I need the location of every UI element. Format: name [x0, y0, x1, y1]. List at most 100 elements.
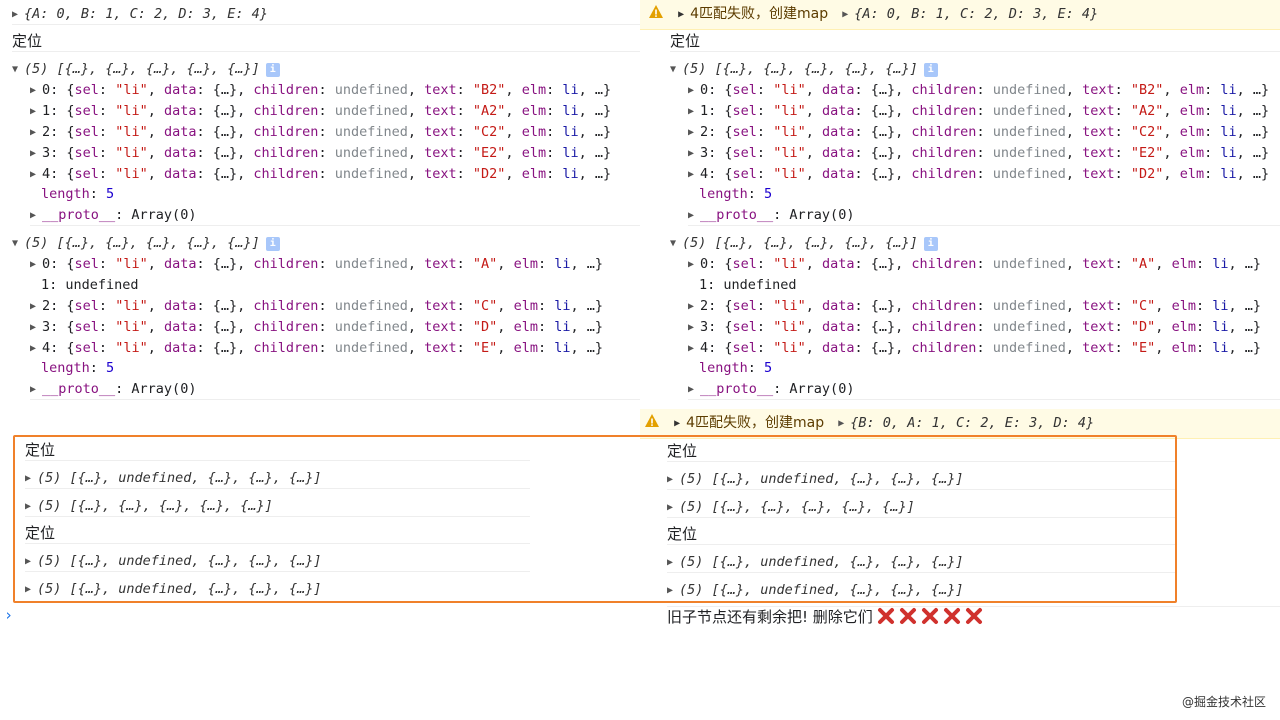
array-group-header[interactable]: ▼ (5) [{…}, {…}, {…}, {…}, {…}] i: [12, 59, 280, 80]
text-value: "A2": [1130, 103, 1164, 119]
collapse-triangle-icon[interactable]: ▼: [12, 60, 24, 80]
expand-triangle-icon[interactable]: ▶: [30, 255, 42, 275]
expand-triangle-icon[interactable]: ▶: [842, 5, 854, 25]
expand-triangle-icon[interactable]: ▶: [30, 102, 42, 122]
array-item-row[interactable]: ▶ 0: {sel: "li", data: {…}, children: und…: [30, 80, 611, 101]
elm-value: li: [562, 166, 579, 182]
expand-triangle-icon[interactable]: ▶: [30, 318, 42, 338]
array-item-row[interactable]: ▶ 4: {sel: "li", data: {…}, children: und…: [688, 164, 1269, 185]
array-group-header[interactable]: ▼ (5) [{…}, {…}, {…}, {…}, {…}] i: [670, 59, 938, 80]
elm-value: li: [1220, 166, 1237, 182]
array-item-row[interactable]: ▶ 0: {sel: "li", data: {…}, children: und…: [688, 254, 1261, 275]
expand-triangle-icon[interactable]: ▶: [678, 5, 690, 25]
elm-value: li: [554, 298, 571, 314]
array-group-header[interactable]: ▼ (5) [{…}, {…}, {…}, {…}, {…}] i: [12, 233, 280, 254]
data-key: data: [821, 256, 855, 272]
text-value: "E": [472, 340, 498, 356]
expand-triangle-icon[interactable]: ▶: [688, 102, 700, 122]
expand-triangle-icon[interactable]: ▶: [688, 165, 700, 185]
array-item-row[interactable]: ▶ 3: {sel: "li", data: {…}, children: und…: [688, 317, 1261, 338]
expand-triangle-icon[interactable]: ▶: [12, 5, 24, 25]
ellipsis: …}: [586, 298, 604, 314]
array-group-header[interactable]: ▼ (5) [{…}, {…}, {…}, {…}, {…}] i: [670, 233, 938, 254]
expand-triangle-icon[interactable]: ▶: [688, 297, 700, 317]
data-value: {…}: [870, 340, 896, 356]
array-item-row[interactable]: ▶ 0: {sel: "li", data: {…}, children: und…: [30, 254, 603, 275]
array-item-row[interactable]: ▶ 4: {sel: "li", data: {…}, children: und…: [688, 338, 1261, 359]
warning-message-content[interactable]: ▶ 4匹配失败，创建map ▶ {B: 0, A: 1, C: 2, E: 3, D…: [644, 413, 1094, 434]
data-key: data: [163, 319, 197, 335]
array-item-row[interactable]: ▶ 3: {sel: "li", data: {…}, children: und…: [30, 317, 603, 338]
sel-key: sel: [732, 166, 757, 182]
children-value: undefined: [334, 145, 408, 161]
array-item-row[interactable]: ▶ 2: {sel: "li", data: {…}, children: und…: [688, 296, 1261, 317]
expand-triangle-icon[interactable]: ▶: [688, 339, 700, 359]
expand-triangle-icon[interactable]: ▶: [688, 255, 700, 275]
sel-key: sel: [732, 103, 757, 119]
data-value: {…}: [212, 256, 238, 272]
proto-property[interactable]: ▶ __proto__: Array(0): [688, 205, 1280, 226]
sel-value: "li": [115, 340, 148, 356]
array-item-row[interactable]: ▶ 4: {sel: "li", data: {…}, children: und…: [30, 164, 611, 185]
elm-key: elm: [1171, 298, 1196, 314]
text-value: "D": [472, 319, 498, 335]
array-item-row[interactable]: ▶ 2: {sel: "li", data: {…}, children: und…: [30, 122, 611, 143]
ellipsis: …}: [1244, 256, 1262, 272]
array-item-row[interactable]: ▶ 0: {sel: "li", data: {…}, children: und…: [688, 80, 1269, 101]
expand-triangle-icon[interactable]: ▶: [30, 380, 42, 400]
proto-property[interactable]: ▶ __proto__: Array(0): [30, 379, 640, 400]
expand-triangle-icon[interactable]: ▶: [30, 81, 42, 101]
children-key: children: [911, 298, 977, 314]
text-value: "D2": [1130, 166, 1164, 182]
text-key: text: [1082, 256, 1115, 272]
text-key: text: [1082, 145, 1115, 161]
expand-triangle-icon[interactable]: ▶: [688, 380, 700, 400]
collapse-triangle-icon[interactable]: ▼: [670, 60, 682, 80]
sel-key: sel: [74, 145, 99, 161]
array-item-row[interactable]: ▶ 3: {sel: "li", data: {…}, children: und…: [688, 143, 1269, 164]
expand-triangle-icon[interactable]: ▶: [30, 339, 42, 359]
console-prompt-icon[interactable]: ›: [4, 606, 13, 624]
text-key: text: [424, 256, 457, 272]
children-key: children: [911, 124, 977, 140]
expand-triangle-icon[interactable]: ▶: [688, 144, 700, 164]
collapse-triangle-icon[interactable]: ▼: [12, 234, 24, 254]
expand-triangle-icon[interactable]: ▶: [674, 414, 686, 434]
data-value: {…}: [870, 145, 896, 161]
collapse-triangle-icon[interactable]: ▼: [670, 234, 682, 254]
array-item-row[interactable]: ▶ 2: {sel: "li", data: {…}, children: und…: [30, 296, 603, 317]
text-key: text: [1082, 166, 1115, 182]
array-item-row[interactable]: ▶ 1: {sel: "li", data: {…}, children: und…: [30, 101, 611, 122]
expand-triangle-icon[interactable]: ▶: [688, 206, 700, 226]
sel-value: "li": [115, 319, 148, 335]
text-value: "A": [472, 256, 498, 272]
data-key: data: [163, 256, 197, 272]
children-value: undefined: [334, 298, 408, 314]
expand-triangle-icon[interactable]: ▶: [838, 414, 850, 434]
data-key: data: [821, 103, 855, 119]
elm-key: elm: [513, 340, 538, 356]
array-item-row[interactable]: ▶ 2: {sel: "li", data: {…}, children: und…: [688, 122, 1269, 143]
ellipsis: …}: [586, 340, 604, 356]
array-item-row[interactable]: ▶ 3: {sel: "li", data: {…}, children: und…: [30, 143, 611, 164]
expand-triangle-icon[interactable]: ▶: [30, 297, 42, 317]
cross-mark-icon: [965, 608, 982, 624]
console-object-row[interactable]: ▶ {A: 0, B: 1, C: 2, D: 3, E: 4}: [12, 4, 640, 25]
expand-triangle-icon[interactable]: ▶: [30, 144, 42, 164]
expand-triangle-icon[interactable]: ▶: [688, 81, 700, 101]
proto-property[interactable]: ▶ __proto__: Array(0): [688, 379, 1280, 400]
expand-triangle-icon[interactable]: ▶: [30, 165, 42, 185]
array-item-row[interactable]: ▶ 4: {sel: "li", data: {…}, children: und…: [30, 338, 603, 359]
array-item-row[interactable]: ▶ 1: {sel: "li", data: {…}, children: und…: [688, 101, 1269, 122]
expand-triangle-icon[interactable]: ▶: [30, 123, 42, 143]
warning-message-content[interactable]: ▶ 4匹配失败，创建map ▶ {A: 0, B: 1, C: 2, D: 3, E…: [648, 4, 1098, 25]
data-key: data: [163, 298, 197, 314]
data-key: data: [821, 298, 855, 314]
expand-triangle-icon[interactable]: ▶: [688, 318, 700, 338]
children-key: children: [911, 340, 977, 356]
data-value: {…}: [212, 166, 238, 182]
expand-triangle-icon[interactable]: ▶: [30, 206, 42, 226]
expand-triangle-icon[interactable]: ▶: [688, 123, 700, 143]
item-index: 0: [700, 256, 709, 272]
proto-property[interactable]: ▶ __proto__: Array(0): [30, 205, 640, 226]
